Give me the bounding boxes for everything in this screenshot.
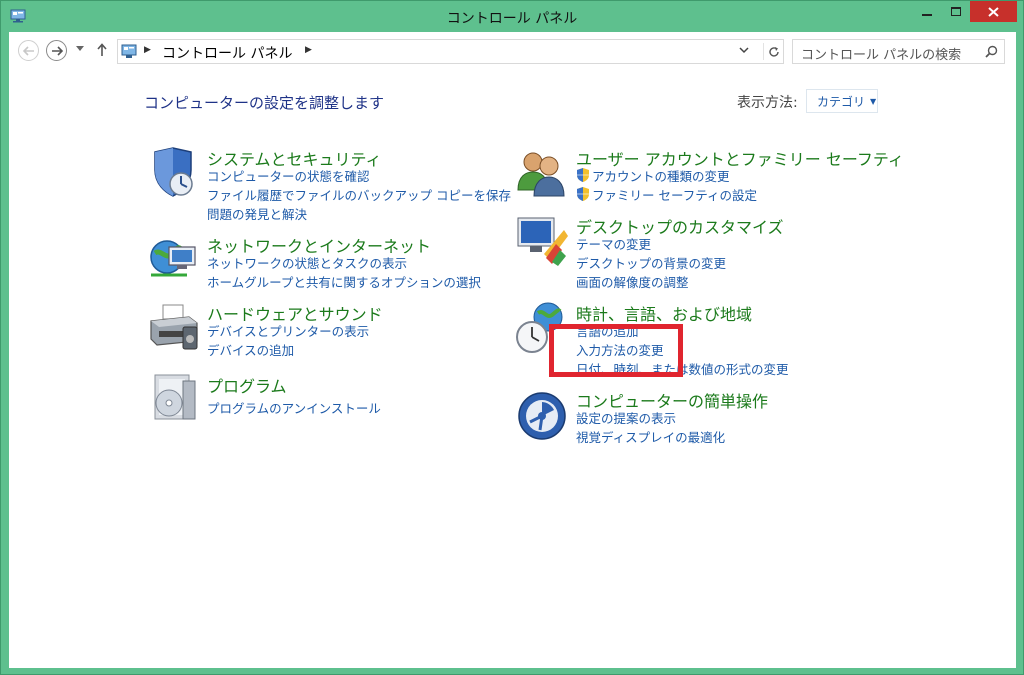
category-link[interactable]: 視覚ディスプレイの最適化 <box>576 427 725 446</box>
category-link[interactable]: コンピューターの状態を確認 <box>207 166 370 185</box>
view-by-dropdown[interactable]: カテゴリ ▼ <box>806 89 878 113</box>
breadcrumb-chevron-right-icon[interactable]: ▶ <box>144 45 151 55</box>
maximize-icon <box>950 7 961 16</box>
network-globe-icon <box>150 240 196 277</box>
recent-locations-chevron-down-icon[interactable] <box>76 46 84 52</box>
chevron-down-icon: ▼ <box>870 96 877 106</box>
back-arrow-icon <box>22 45 34 56</box>
category-user-accounts: ユーザー アカウントとファミリー セーフティ アカウントの種類の変更 ファミリー… <box>516 146 936 206</box>
control-panel-icon <box>121 44 137 58</box>
users-icon <box>517 152 565 197</box>
refresh-icon <box>768 46 779 57</box>
category-system-security: システムとセキュリティ コンピューターの状態を確認 ファイル履歴でファイルのバッ… <box>147 146 511 226</box>
category-link[interactable]: ネットワークの状態とタスクの表示 <box>207 253 407 272</box>
category-ease-of-access: コンピューターの簡単操作 設定の提案の表示 視覚ディスプレイの最適化 <box>516 388 936 448</box>
close-icon <box>988 6 999 17</box>
refresh-button[interactable] <box>763 43 783 60</box>
category-link[interactable]: ファミリー セーフティの設定 <box>576 185 757 204</box>
close-button[interactable] <box>970 1 1017 22</box>
category-appearance: デスクトップのカスタマイズ テーマの変更 デスクトップの背景の変更 画面の解像度… <box>516 214 936 294</box>
category-link[interactable]: 画面の解像度の調整 <box>576 272 689 291</box>
desktop-personalize-icon <box>517 217 568 266</box>
category-link[interactable]: アカウントの種類の変更 <box>576 166 730 185</box>
security-shield-icon <box>154 147 193 197</box>
printer-icon <box>150 304 198 350</box>
category-link[interactable]: 設定の提案の表示 <box>576 408 676 427</box>
category-link[interactable]: ホームグループと共有に関するオプションの選択 <box>207 272 481 291</box>
page-title: コンピューターの設定を調整します <box>144 94 385 112</box>
window-title: コントロール パネル <box>446 11 578 27</box>
category-programs: プログラム プログラムのアンインストール <box>147 373 487 423</box>
control-panel-window: コントロール パネル ▶ コントロール パネル ▶ コントロール パネルの検索 … <box>0 0 1024 675</box>
search-input[interactable]: コントロール パネルの検索 <box>801 44 961 63</box>
programs-icon <box>154 374 196 420</box>
ease-of-access-icon <box>518 392 566 440</box>
category-link[interactable]: テーマの変更 <box>576 234 651 253</box>
up-arrow-icon[interactable] <box>97 43 107 56</box>
category-title[interactable]: プログラム <box>207 373 287 397</box>
title-bar[interactable]: コントロール パネル <box>1 1 1023 32</box>
view-by-label: 表示方法: <box>737 95 798 111</box>
back-button[interactable] <box>18 40 39 61</box>
view-by-value: カテゴリ <box>817 94 866 109</box>
control-panel-content: ▶ コントロール パネル ▶ コントロール パネルの検索 コンピューターの設定を… <box>9 32 1016 668</box>
maximize-button[interactable] <box>942 1 969 22</box>
forward-arrow-icon <box>51 45 63 56</box>
category-link[interactable]: デスクトップの背景の変更 <box>576 253 726 272</box>
category-link[interactable]: 問題の発見と解決 <box>207 204 307 223</box>
category-link[interactable]: デバイスとプリンターの表示 <box>207 321 369 340</box>
navigation-bar: ▶ コントロール パネル ▶ コントロール パネルの検索 <box>9 32 1016 72</box>
category-link[interactable]: プログラムのアンインストール <box>207 398 381 417</box>
category-link[interactable]: ファイル履歴でファイルのバックアップ コピーを保存 <box>207 185 511 204</box>
category-hardware-sound: ハードウェアとサウンド デバイスとプリンターの表示 デバイスの追加 <box>147 301 487 361</box>
highlight-annotation-box <box>549 324 683 377</box>
search-box[interactable]: コントロール パネルの検索 <box>792 39 1005 64</box>
breadcrumb-chevron-right-icon[interactable]: ▶ <box>305 45 312 55</box>
category-link[interactable]: デバイスの追加 <box>207 340 294 359</box>
minimize-icon <box>921 13 932 16</box>
search-icon[interactable] <box>985 45 998 58</box>
minimize-button[interactable] <box>913 1 940 22</box>
breadcrumb-control-panel[interactable]: コントロール パネル <box>162 43 292 63</box>
address-bar[interactable]: ▶ コントロール パネル ▶ <box>117 39 784 64</box>
category-network-internet: ネットワークとインターネット ネットワークの状態とタスクの表示 ホームグループと… <box>147 233 487 293</box>
forward-button[interactable] <box>46 40 67 61</box>
chevron-down-icon[interactable] <box>739 45 749 55</box>
